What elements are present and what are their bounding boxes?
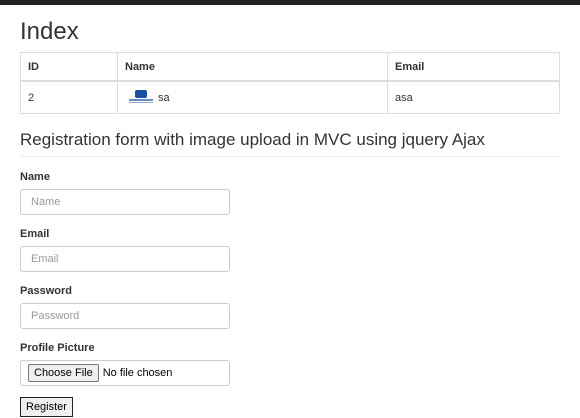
cell-email: asa — [387, 80, 560, 114]
cell-id: 2 — [20, 80, 118, 114]
email-label: Email — [20, 228, 50, 240]
column-header-name: Name — [117, 52, 388, 82]
top-navbar — [0, 0, 580, 5]
main-container: Index ID Name Email 2 sa asa Registratio… — [0, 19, 580, 417]
name-input[interactable] — [20, 189, 230, 215]
file-status-text: No file chosen — [102, 367, 173, 379]
table-row: 2 sa asa — [20, 80, 560, 114]
form-heading: Registration form with image upload in M… — [20, 130, 560, 157]
profile-thumbnail-image — [125, 89, 155, 106]
cell-name: sa — [117, 80, 388, 114]
table-header-row: ID Name Email — [20, 52, 560, 82]
file-input[interactable]: Choose File No file chosen — [20, 360, 230, 386]
name-label: Name — [20, 171, 50, 183]
password-group: Password — [20, 285, 560, 329]
profile-picture-label: Profile Picture — [20, 342, 95, 354]
choose-file-button[interactable]: Choose File — [28, 364, 99, 382]
page-title: Index — [20, 18, 79, 45]
register-button[interactable]: Register — [20, 397, 73, 417]
email-group: Email — [20, 228, 560, 272]
name-group: Name — [20, 171, 560, 215]
password-label: Password — [20, 285, 72, 297]
column-header-email: Email — [387, 52, 560, 82]
users-table: ID Name Email 2 sa asa — [20, 52, 560, 114]
cell-name-text: sa — [158, 91, 170, 104]
email-input[interactable] — [20, 246, 230, 272]
column-header-id: ID — [20, 52, 118, 82]
profile-picture-group: Profile Picture Choose File No file chos… — [20, 342, 560, 386]
password-input[interactable] — [20, 303, 230, 329]
